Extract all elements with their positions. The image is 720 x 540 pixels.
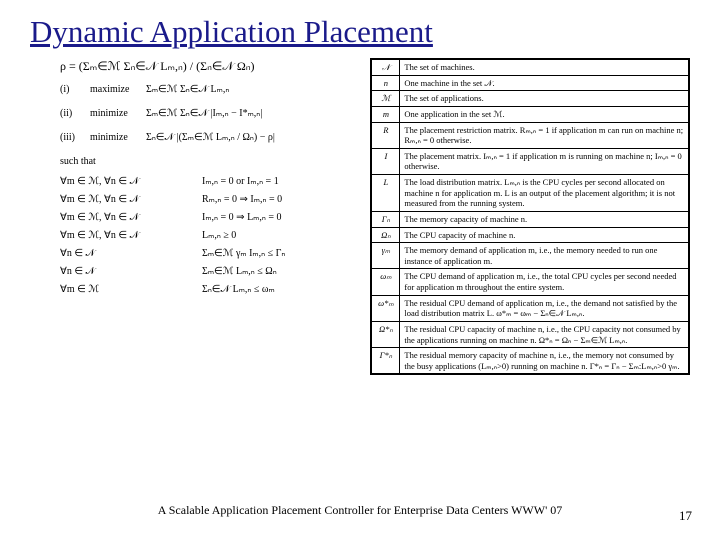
- constraint: ∀m ∈ ℳ, ∀n ∈ 𝒩 Rₘ,ₙ = 0 ⇒ Iₘ,ₙ = 0: [60, 193, 362, 207]
- objective-num: (iii): [60, 131, 82, 145]
- description-cell: One machine in the set 𝒩.: [400, 75, 689, 91]
- table-row: nOne machine in the set 𝒩.: [372, 75, 689, 91]
- constraint: ∀n ∈ 𝒩 Σₘ∈ℳ γₘ Iₘ,ₙ ≤ Γₙ: [60, 247, 362, 261]
- symbol-cell: Γₙ: [372, 211, 400, 227]
- description-cell: The memory capacity of machine n.: [400, 211, 689, 227]
- symbol-cell: Ω*ₙ: [372, 321, 400, 347]
- objective-num: (ii): [60, 107, 82, 121]
- rho-definition: ρ = (Σₘ∈ℳ Σₙ∈𝒩 Lₘ,ₙ) / (Σₙ∈𝒩 Ωₙ): [60, 58, 362, 75]
- objective-num: (i): [60, 83, 82, 97]
- constraint: ∀m ∈ ℳ, ∀n ∈ 𝒩 Iₘ,ₙ = 0 or Iₘ,ₙ = 1: [60, 175, 362, 189]
- description-cell: The residual CPU demand of application m…: [400, 295, 689, 321]
- table-row: ΓₙThe memory capacity of machine n.: [372, 211, 689, 227]
- such-that-label: such that: [60, 155, 362, 169]
- table-row: γₘThe memory demand of application m, i.…: [372, 243, 689, 269]
- symbol-cell: ωₘ: [372, 269, 400, 295]
- objective-expr: Σₘ∈ℳ Σₙ∈𝒩 Lₘ,ₙ: [146, 83, 229, 97]
- symbol-cell: Ωₙ: [372, 227, 400, 243]
- relation: Lₘ,ₙ ≥ 0: [202, 229, 236, 243]
- content-row: ρ = (Σₘ∈ℳ Σₙ∈𝒩 Lₘ,ₙ) / (Σₙ∈𝒩 Ωₙ) (i) max…: [0, 58, 720, 375]
- symbol-table: 𝒩The set of machines.nOne machine in the…: [371, 59, 689, 374]
- quantifier: ∀n ∈ 𝒩: [60, 247, 190, 261]
- constraint: ∀m ∈ ℳ Σₙ∈𝒩 Lₘ,ₙ ≤ ωₘ: [60, 283, 362, 297]
- quantifier: ∀n ∈ 𝒩: [60, 265, 190, 279]
- symbol-cell: ℳ: [372, 91, 400, 107]
- symbol-cell: ω*ₘ: [372, 295, 400, 321]
- quantifier: ∀m ∈ ℳ, ∀n ∈ 𝒩: [60, 175, 190, 189]
- symbol-cell: L: [372, 175, 400, 212]
- description-cell: The memory demand of application m, i.e.…: [400, 243, 689, 269]
- quantifier: ∀m ∈ ℳ: [60, 283, 190, 297]
- description-cell: The load distribution matrix. Lₘ,ₙ is th…: [400, 175, 689, 212]
- symbol-cell: 𝒩: [372, 60, 400, 76]
- slide-title: Dynamic Application Placement: [0, 0, 720, 58]
- objective-3: (iii) minimize Σₙ∈𝒩 |(Σₘ∈ℳ Lₘ,ₙ / Ωₙ) − …: [60, 131, 362, 145]
- quantifier: ∀m ∈ ℳ, ∀n ∈ 𝒩: [60, 211, 190, 225]
- objective-verb: minimize: [90, 107, 138, 121]
- symbol-cell: R: [372, 122, 400, 148]
- constraint: ∀m ∈ ℳ, ∀n ∈ 𝒩 Lₘ,ₙ ≥ 0: [60, 229, 362, 243]
- description-cell: The placement matrix. Iₘ,ₙ = 1 if applic…: [400, 148, 689, 174]
- description-cell: The set of machines.: [400, 60, 689, 76]
- objective-expr: Σₙ∈𝒩 |(Σₘ∈ℳ Lₘ,ₙ / Ωₙ) − ρ|: [146, 131, 275, 145]
- objective-expr: Σₘ∈ℳ Σₙ∈𝒩 |Iₘ,ₙ − I*ₘ,ₙ|: [146, 107, 262, 121]
- page-number: 17: [679, 508, 692, 524]
- symbol-cell: Γ*ₙ: [372, 348, 400, 374]
- objective-1: (i) maximize Σₘ∈ℳ Σₙ∈𝒩 Lₘ,ₙ: [60, 83, 362, 97]
- relation: Iₘ,ₙ = 0 or Iₘ,ₙ = 1: [202, 175, 279, 189]
- table-row: Ω*ₙThe residual CPU capacity of machine …: [372, 321, 689, 347]
- quantifier: ∀m ∈ ℳ, ∀n ∈ 𝒩: [60, 193, 190, 207]
- table-row: 𝒩The set of machines.: [372, 60, 689, 76]
- relation: Iₘ,ₙ = 0 ⇒ Lₘ,ₙ = 0: [202, 211, 282, 225]
- constraint: ∀n ∈ 𝒩 Σₘ∈ℳ Lₘ,ₙ ≤ Ωₙ: [60, 265, 362, 279]
- quantifier: ∀m ∈ ℳ, ∀n ∈ 𝒩: [60, 229, 190, 243]
- relation: Σₙ∈𝒩 Lₘ,ₙ ≤ ωₘ: [202, 283, 275, 297]
- objective-2: (ii) minimize Σₘ∈ℳ Σₙ∈𝒩 |Iₘ,ₙ − I*ₘ,ₙ|: [60, 107, 362, 121]
- relation: Σₘ∈ℳ γₘ Iₘ,ₙ ≤ Γₙ: [202, 247, 285, 261]
- table-row: IThe placement matrix. Iₘ,ₙ = 1 if appli…: [372, 148, 689, 174]
- symbol-cell: n: [372, 75, 400, 91]
- constraint: ∀m ∈ ℳ, ∀n ∈ 𝒩 Iₘ,ₙ = 0 ⇒ Lₘ,ₙ = 0: [60, 211, 362, 225]
- table-row: ωₘThe CPU demand of application m, i.e.,…: [372, 269, 689, 295]
- citation-caption: A Scalable Application Placement Control…: [0, 503, 720, 518]
- table-row: mOne application in the set ℳ.: [372, 106, 689, 122]
- table-row: ℳThe set of applications.: [372, 91, 689, 107]
- description-cell: One application in the set ℳ.: [400, 106, 689, 122]
- objective-verb: maximize: [90, 83, 138, 97]
- description-cell: The set of applications.: [400, 91, 689, 107]
- notation-table: 𝒩The set of machines.nOne machine in the…: [370, 58, 690, 375]
- description-cell: The CPU demand of application m, i.e., t…: [400, 269, 689, 295]
- table-row: Γ*ₙThe residual memory capacity of machi…: [372, 348, 689, 374]
- table-row: ω*ₘThe residual CPU demand of applicatio…: [372, 295, 689, 321]
- relation: Rₘ,ₙ = 0 ⇒ Iₘ,ₙ = 0: [202, 193, 282, 207]
- formulation-panel: ρ = (Σₘ∈ℳ Σₙ∈𝒩 Lₘ,ₙ) / (Σₙ∈𝒩 Ωₙ) (i) max…: [60, 58, 362, 375]
- description-cell: The residual memory capacity of machine …: [400, 348, 689, 374]
- objective-verb: minimize: [90, 131, 138, 145]
- relation: Σₘ∈ℳ Lₘ,ₙ ≤ Ωₙ: [202, 265, 277, 279]
- table-row: RThe placement restriction matrix. Rₘ,ₙ …: [372, 122, 689, 148]
- constraints-list: ∀m ∈ ℳ, ∀n ∈ 𝒩 Iₘ,ₙ = 0 or Iₘ,ₙ = 1 ∀m ∈ …: [60, 175, 362, 297]
- description-cell: The CPU capacity of machine n.: [400, 227, 689, 243]
- description-cell: The placement restriction matrix. Rₘ,ₙ =…: [400, 122, 689, 148]
- symbol-cell: γₘ: [372, 243, 400, 269]
- description-cell: The residual CPU capacity of machine n, …: [400, 321, 689, 347]
- symbol-cell: I: [372, 148, 400, 174]
- table-row: LThe load distribution matrix. Lₘ,ₙ is t…: [372, 175, 689, 212]
- table-row: ΩₙThe CPU capacity of machine n.: [372, 227, 689, 243]
- symbol-cell: m: [372, 106, 400, 122]
